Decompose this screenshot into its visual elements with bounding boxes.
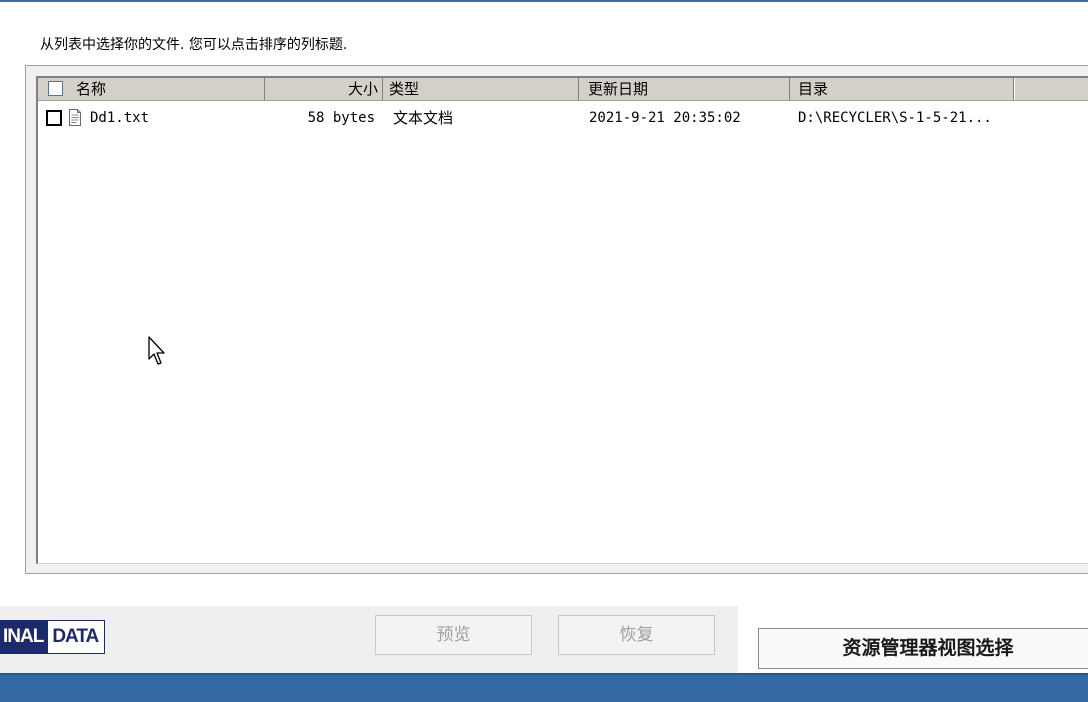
file-list[interactable]: 名称 大小 类型 更新日期 目录 Dd1.txt 58 bytes 文本文档 2… xyxy=(36,76,1088,564)
file-name: Dd1.txt xyxy=(90,110,150,126)
preview-button[interactable]: 预览 xyxy=(375,615,532,655)
column-header-name[interactable]: 名称 xyxy=(38,78,265,100)
column-header-directory[interactable]: 目录 xyxy=(790,78,1014,100)
file-date: 2021-9-21 20:35:02 xyxy=(589,110,741,126)
file-row[interactable]: Dd1.txt 58 bytes 文本文档 2021-9-21 20:35:02… xyxy=(38,108,1088,128)
column-header-type[interactable]: 类型 xyxy=(383,78,579,100)
file-list-frame: 名称 大小 类型 更新日期 目录 Dd1.txt 58 bytes 文本文档 2… xyxy=(25,65,1088,574)
file-recovery-window: 从列表中选择你的文件. 您可以点击排序的列标题. 名称 大小 类型 更新日期 目… xyxy=(0,0,1088,702)
final-data-logo: INAL DATA xyxy=(0,620,106,654)
top-border xyxy=(0,0,1088,2)
file-size: 58 bytes xyxy=(307,110,375,126)
column-header-date[interactable]: 更新日期 xyxy=(579,78,790,100)
taskbar xyxy=(0,673,1088,702)
list-header: 名称 大小 类型 更新日期 目录 xyxy=(38,78,1088,101)
logo-part-2: DATA xyxy=(48,621,105,653)
explorer-view-select-button[interactable]: 资源管理器视图选择 xyxy=(758,628,1088,669)
logo-part-1: INAL xyxy=(1,621,49,653)
instruction-text: 从列表中选择你的文件. 您可以点击排序的列标题. xyxy=(40,37,348,53)
mouse-pointer-icon xyxy=(148,336,165,365)
column-header-filler xyxy=(1014,78,1088,100)
column-header-size[interactable]: 大小 xyxy=(265,78,383,100)
text-file-icon xyxy=(69,109,81,126)
file-directory: D:\RECYCLER\S-1-5-21... xyxy=(798,110,992,126)
restore-button[interactable]: 恢复 xyxy=(558,615,715,655)
file-type: 文本文档 xyxy=(393,109,454,127)
file-checkbox[interactable] xyxy=(46,110,62,126)
